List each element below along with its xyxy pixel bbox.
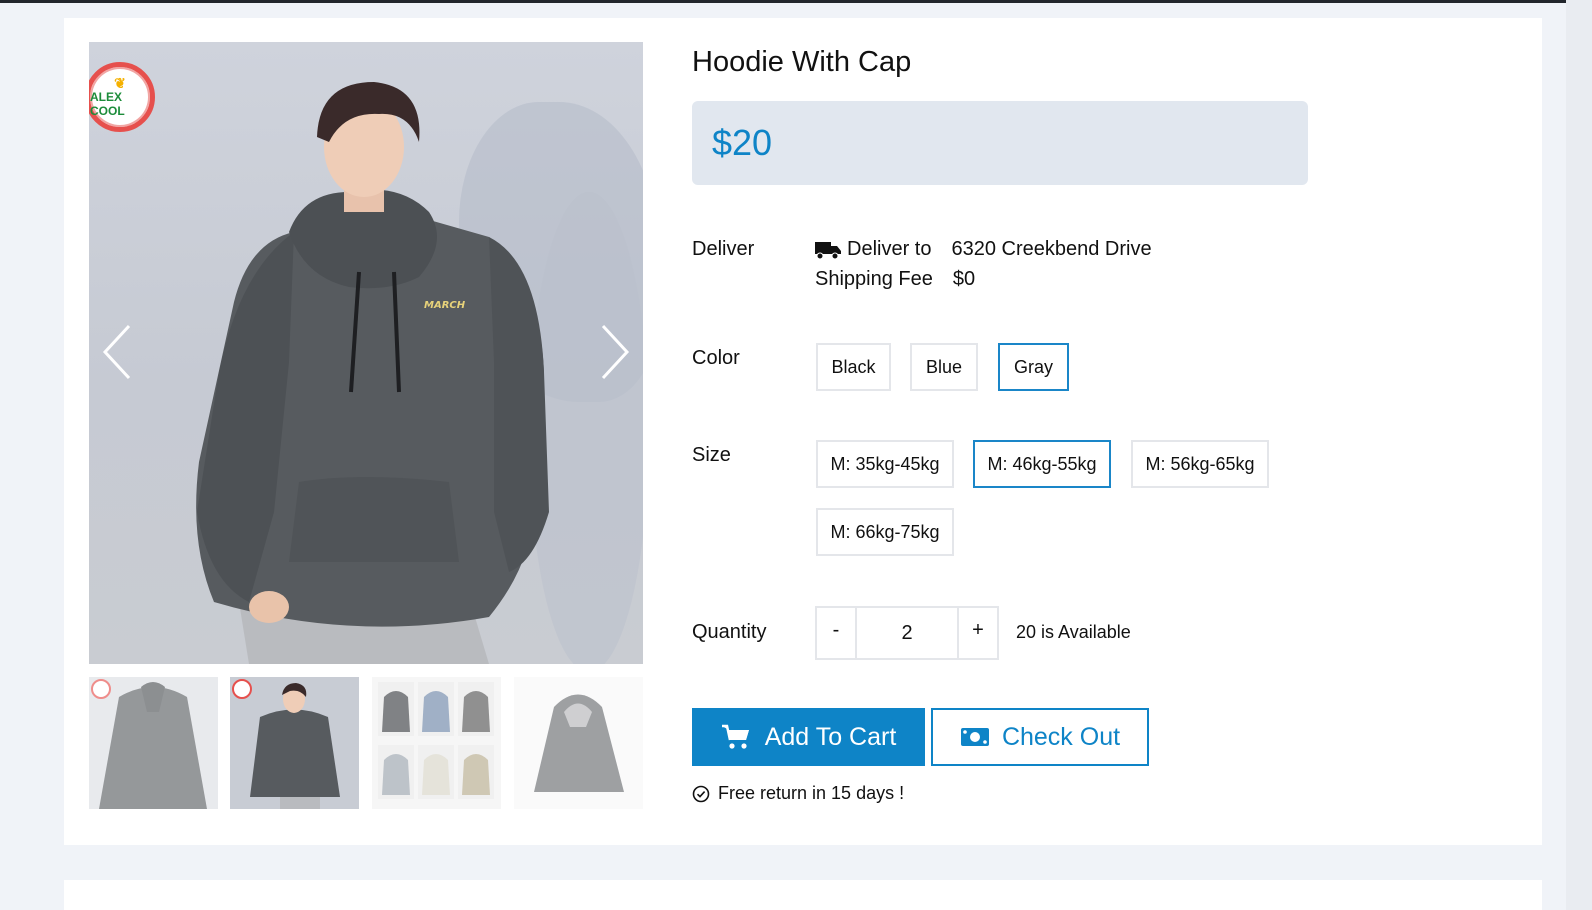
free-return-note: Free return in 15 days ! [692, 783, 904, 804]
product-title: Hoodie With Cap [692, 46, 912, 78]
size-option-66-75[interactable]: M: 66kg-75kg [816, 508, 954, 556]
next-section-card [64, 880, 1542, 910]
page-edge [1566, 0, 1592, 910]
model-photo: MARCH [196, 82, 549, 664]
next-image-button[interactable] [595, 322, 635, 382]
size-option-56-65[interactable]: M: 56kg-65kg [1131, 440, 1269, 488]
check-out-label: Check Out [1001, 722, 1121, 751]
hoodie-print: MARCH [424, 300, 466, 311]
thumbnail-3[interactable] [372, 677, 501, 809]
add-to-cart-button[interactable]: Add To Cart [692, 708, 925, 766]
deliver-label: Deliver [692, 238, 755, 260]
cart-icon [721, 724, 749, 749]
quantity-increase-button[interactable]: + [959, 608, 997, 658]
product-price: $20 [712, 122, 773, 163]
thumbnail-strip [89, 677, 643, 809]
prev-image-button[interactable] [97, 322, 137, 382]
quantity-decrease-button[interactable]: - [817, 608, 855, 658]
thumbnail-2[interactable] [230, 677, 359, 809]
check-out-button[interactable]: Check Out [931, 708, 1149, 766]
money-icon [960, 728, 989, 746]
price-box: $20 [692, 101, 1308, 185]
leaf-icon: ❦ [114, 75, 126, 91]
shipping-fee-value: $0 [952, 268, 976, 290]
product-main-image[interactable]: MARCH ❦ ALEX COOL [89, 42, 643, 664]
product-card: MARCH ❦ ALEX COOL Hoodie With Cap $20 De… [64, 18, 1542, 845]
size-option-46-55[interactable]: M: 46kg-55kg [973, 440, 1111, 488]
check-circle-icon [692, 785, 710, 802]
truck-icon [815, 241, 841, 259]
color-option-gray[interactable]: Gray [998, 343, 1069, 391]
brand-logo-text: ALEX COOL [90, 90, 125, 118]
shipping-fee-label: Shipping Fee [815, 268, 933, 290]
thumbnail-1[interactable] [89, 677, 218, 809]
size-option-35-45[interactable]: M: 35kg-45kg [816, 440, 954, 488]
shipping-fee-row: Shipping Fee $0 [815, 268, 975, 291]
chevron-left-icon [102, 324, 131, 380]
quantity-label: Quantity [692, 621, 767, 643]
color-option-black[interactable]: Black [816, 343, 891, 391]
quantity-input[interactable]: 2 [855, 608, 959, 658]
thumbnail-4[interactable] [514, 677, 643, 809]
deliver-to-label: Deliver to [847, 238, 932, 260]
quantity-stepper: - 2 + [815, 606, 999, 660]
free-return-text: Free return in 15 days ! [718, 783, 905, 803]
stock-available: 20 is Available [1016, 622, 1131, 642]
deliver-to-row: Deliver to 6320 Creekbend Drive [815, 238, 1152, 261]
delivery-address[interactable]: 6320 Creekbend Drive [951, 238, 1151, 261]
size-label: Size [692, 444, 731, 466]
chevron-right-icon [601, 324, 630, 380]
color-label: Color [692, 347, 740, 369]
top-bar [0, 0, 1592, 3]
color-option-blue[interactable]: Blue [910, 343, 978, 391]
add-to-cart-label: Add To Cart [764, 722, 897, 751]
